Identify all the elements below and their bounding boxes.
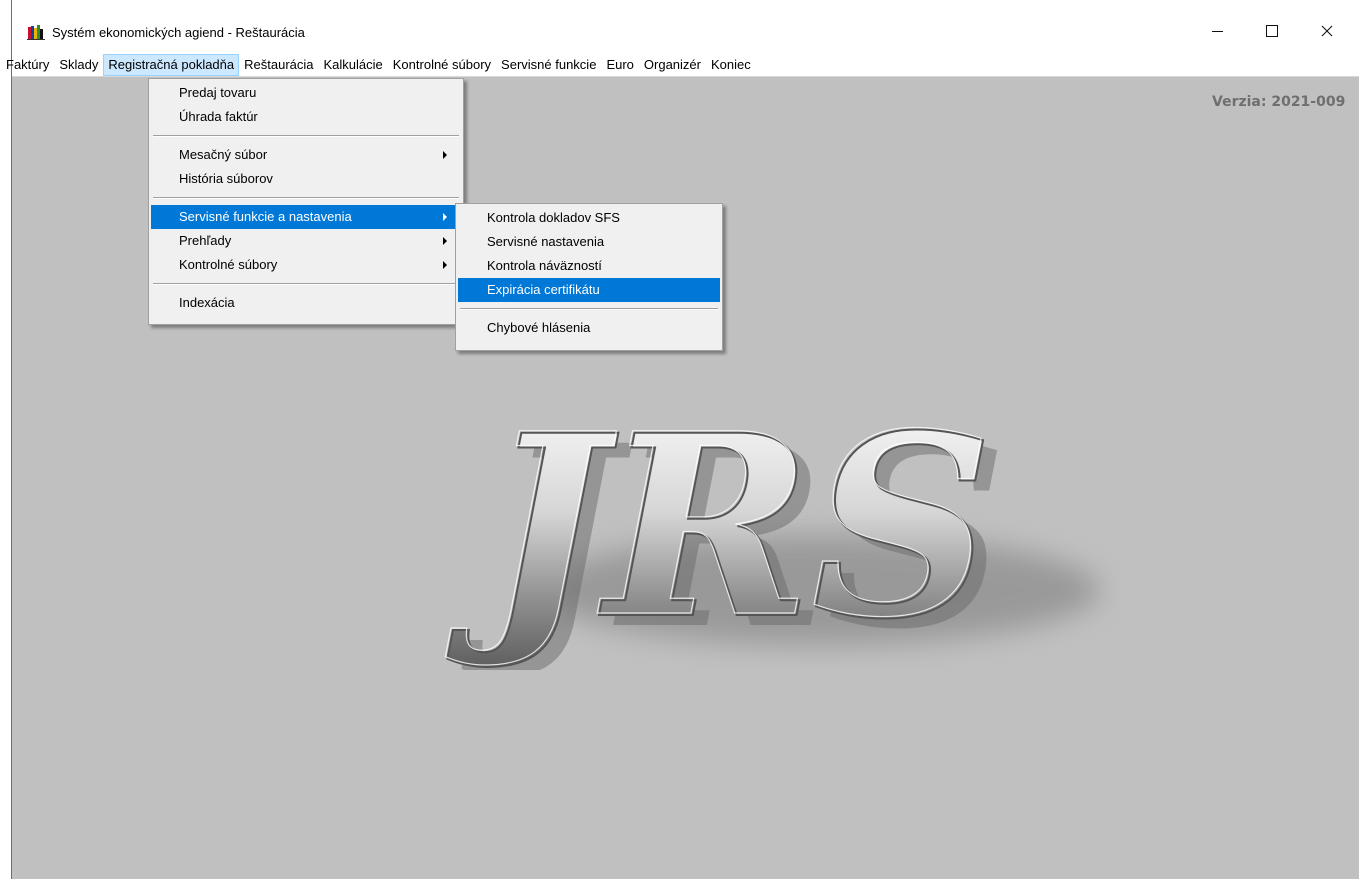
menu-euro[interactable]: Euro	[601, 54, 638, 76]
menu-faktury[interactable]: Faktúry	[0, 54, 54, 76]
menuitem-prehlady[interactable]: Prehľady	[151, 229, 461, 253]
menu-separator	[153, 135, 459, 137]
menuitem-label: Kontrola náväzností	[487, 258, 602, 273]
menuitem-kontrola-navaznosti[interactable]: Kontrola náväzností	[458, 254, 720, 278]
menu-koniec[interactable]: Koniec	[706, 54, 756, 76]
menuitem-label: Expirácia certifikátu	[487, 282, 600, 297]
menuitem-label: Úhrada faktúr	[179, 109, 258, 124]
submenu-arrow-icon	[443, 151, 447, 159]
registracna-pokladna-dropdown: Predaj tovaru Úhrada faktúr Mesačný súbo…	[148, 78, 464, 325]
books-app-icon[interactable]	[27, 24, 45, 40]
menuitem-label: História súborov	[179, 171, 273, 186]
menuitem-label: Kontrolné súbory	[179, 257, 278, 272]
menuitem-label: Servisné nastavenia	[487, 234, 605, 249]
menu-organizer[interactable]: Organizér	[639, 54, 706, 76]
menuitem-chybove-hlasenia[interactable]: Chybové hlásenia	[458, 316, 720, 340]
menu-servisne-funkcie[interactable]: Servisné funkcie	[496, 54, 601, 76]
menuitem-servisne-funkcie-a-nastavenia[interactable]: Servisné funkcie a nastavenia	[151, 205, 461, 229]
menuitem-label: Kontrola dokladov SFS	[487, 210, 620, 225]
jrs-logo: JRS JRS JRS	[300, 377, 1120, 684]
submenu-arrow-icon	[443, 213, 447, 221]
window-title: Systém ekonomických agiend - Reštaurácia	[52, 25, 305, 40]
menuitem-uhrada-faktur[interactable]: Úhrada faktúr	[151, 105, 461, 129]
menuitem-predaj-tovaru[interactable]: Predaj tovaru	[151, 81, 461, 105]
menu-kalkulacie[interactable]: Kalkulácie	[319, 54, 388, 76]
close-icon	[1321, 25, 1333, 37]
version-label: Verzia: 2021-009	[1212, 94, 1346, 110]
menuitem-label: Prehľady	[179, 233, 232, 248]
menu-separator	[153, 197, 459, 199]
menuitem-expiracia-certifikatu[interactable]: Expirácia certifikátu	[458, 278, 720, 302]
menu-separator	[460, 308, 718, 310]
menuitem-kontrola-dokladov-sfs[interactable]: Kontrola dokladov SFS	[458, 206, 720, 230]
menuitem-kontrolne-subory[interactable]: Kontrolné súbory	[151, 253, 461, 277]
menu-sklady[interactable]: Sklady	[54, 54, 103, 76]
menuitem-label: Mesačný súbor	[179, 147, 268, 162]
menu-registracna-pokladna[interactable]: Registračná pokladňa	[103, 54, 240, 76]
menu-restauracia[interactable]: Reštaurácia	[239, 54, 318, 76]
servisne-funkcie-submenu: Kontrola dokladov SFS Servisné nastaveni…	[455, 203, 723, 351]
menu-bar: Faktúry Sklady Registračná pokladňa Rešt…	[6, 54, 1359, 77]
minimize-icon	[1211, 30, 1223, 32]
application-window: Systém ekonomických agiend - Reštaurácia…	[0, 0, 1359, 879]
menuitem-label: Servisné funkcie a nastavenia	[179, 209, 352, 224]
menuitem-historia-suborov[interactable]: História súborov	[151, 167, 461, 191]
close-button[interactable]	[1304, 14, 1350, 48]
menu-separator	[153, 283, 459, 285]
jrs-logo-graphic: JRS JRS JRS	[444, 377, 1100, 684]
menuitem-label: Indexácia	[179, 295, 235, 310]
maximize-button[interactable]	[1249, 14, 1295, 48]
menuitem-label: Predaj tovaru	[179, 85, 257, 100]
menuitem-label: Chybové hlásenia	[487, 320, 591, 335]
svg-text:JRS: JRS	[445, 390, 992, 670]
menuitem-indexacia[interactable]: Indexácia	[151, 291, 461, 315]
submenu-arrow-icon	[443, 261, 447, 269]
submenu-arrow-icon	[443, 237, 447, 245]
minimize-button[interactable]	[1194, 14, 1240, 48]
menu-kontrolne-subory[interactable]: Kontrolné súbory	[388, 54, 496, 76]
menuitem-servisne-nastavenia[interactable]: Servisné nastavenia	[458, 230, 720, 254]
title-bar[interactable]: Systém ekonomických agiend - Reštaurácia	[12, 0, 1359, 54]
maximize-icon	[1266, 25, 1278, 37]
menuitem-mesacny-subor[interactable]: Mesačný súbor	[151, 143, 461, 167]
